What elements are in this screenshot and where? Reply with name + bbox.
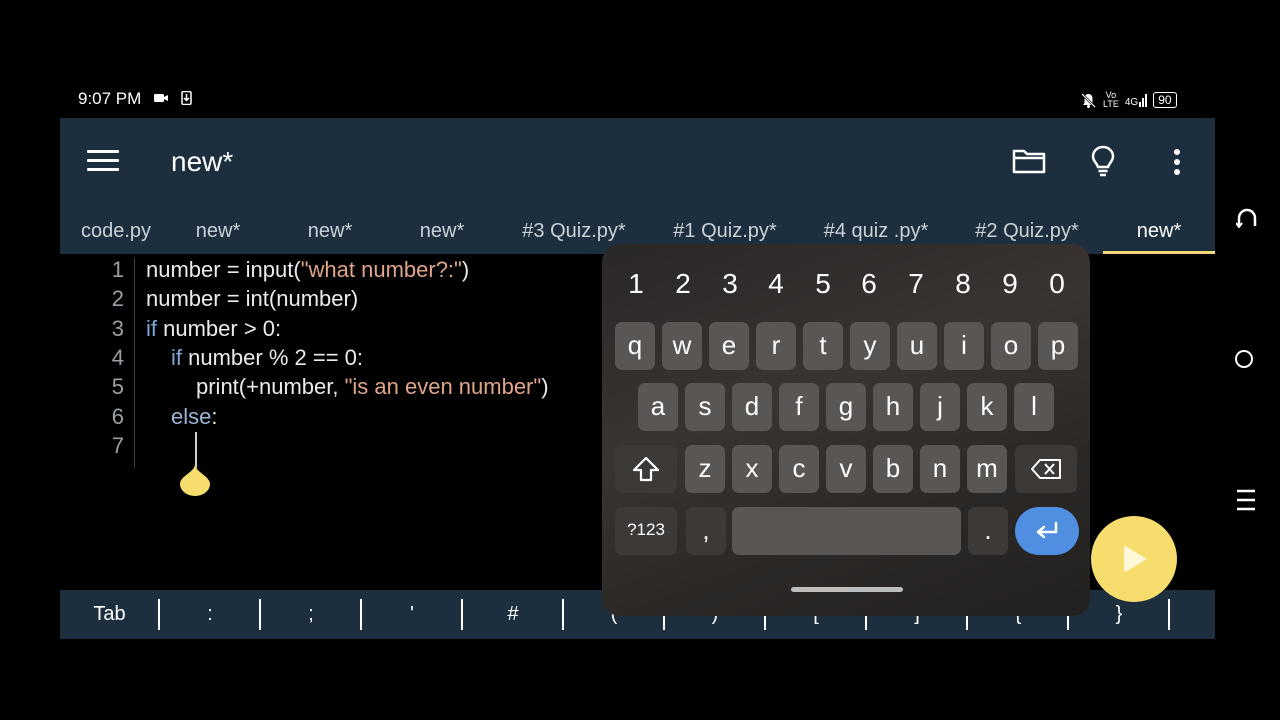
key-f[interactable]: f: [779, 383, 819, 431]
key-x[interactable]: x: [732, 445, 772, 493]
nav-back-icon[interactable]: [1236, 208, 1258, 228]
space-bar[interactable]: [732, 507, 961, 555]
menu-icon[interactable]: [87, 150, 119, 174]
key-n[interactable]: n: [920, 445, 960, 493]
key-4[interactable]: 4: [761, 268, 791, 300]
key-a[interactable]: a: [638, 383, 678, 431]
key-z[interactable]: z: [685, 445, 725, 493]
key-2[interactable]: 2: [668, 268, 698, 300]
key-6[interactable]: 6: [854, 268, 884, 300]
shift-arrow-icon: [632, 456, 660, 482]
symbols-key[interactable]: ?123: [615, 507, 677, 555]
key-u[interactable]: u: [897, 322, 937, 370]
code-line-6: else:: [171, 404, 218, 429]
key-l[interactable]: l: [1014, 383, 1054, 431]
cursor-handle-icon[interactable]: [180, 464, 210, 496]
key-t[interactable]: t: [803, 322, 843, 370]
download-icon: [181, 91, 192, 105]
key-colon[interactable]: :: [160, 590, 260, 639]
run-button[interactable]: [1091, 516, 1177, 602]
key-j[interactable]: j: [920, 383, 960, 431]
code-line-1: number = input("what number?:"): [146, 257, 470, 282]
line-number: 5: [111, 374, 124, 399]
key-i[interactable]: i: [944, 322, 984, 370]
file-title: new*: [171, 146, 234, 177]
key-3[interactable]: 3: [715, 268, 745, 300]
status-time: 9:07 PM: [78, 89, 142, 108]
tab-new-1[interactable]: new*: [162, 212, 274, 254]
more-vert-icon[interactable]: [1170, 148, 1184, 178]
signal-indicator: 4G: [1125, 93, 1148, 108]
nav-recent-apps-icon[interactable]: [1236, 489, 1256, 511]
key-s[interactable]: s: [685, 383, 725, 431]
key-m[interactable]: m: [967, 445, 1007, 493]
tab-new-3[interactable]: new*: [386, 212, 498, 254]
line-number: 2: [111, 286, 124, 311]
line-number: 6: [111, 404, 124, 429]
key-k[interactable]: k: [967, 383, 1007, 431]
text-cursor: [195, 432, 197, 468]
enter-arrow-icon: [1036, 521, 1058, 539]
key-quote[interactable]: ': [362, 590, 462, 639]
code-line-3: if number > 0:: [146, 316, 282, 341]
key-e[interactable]: e: [709, 322, 749, 370]
backspace-key[interactable]: [1015, 445, 1077, 493]
key-g[interactable]: g: [826, 383, 866, 431]
key-1[interactable]: 1: [621, 268, 651, 300]
folder-icon[interactable]: [1012, 147, 1046, 175]
key-r[interactable]: r: [756, 322, 796, 370]
line-number: 3: [111, 316, 124, 341]
key-w[interactable]: w: [662, 322, 702, 370]
key-semicolon[interactable]: ;: [261, 590, 361, 639]
tab-code-py[interactable]: code.py: [60, 212, 172, 254]
code-line-2: number = int(number): [146, 286, 359, 311]
battery-indicator: 90: [1153, 92, 1177, 108]
enter-key[interactable]: [1015, 507, 1079, 555]
key-comma[interactable]: ,: [686, 507, 726, 555]
key-o[interactable]: o: [991, 322, 1031, 370]
key-tab[interactable]: Tab: [60, 590, 159, 639]
shift-key[interactable]: [615, 445, 677, 493]
tab-new-2[interactable]: new*: [274, 212, 386, 254]
lightbulb-icon[interactable]: [1088, 144, 1118, 180]
tab-new-active[interactable]: new*: [1103, 212, 1215, 254]
line-number: 4: [111, 345, 124, 370]
key-8[interactable]: 8: [948, 268, 978, 300]
key-d[interactable]: d: [732, 383, 772, 431]
key-c[interactable]: c: [779, 445, 819, 493]
signal-bars-icon: [1139, 94, 1148, 107]
backspace-icon: [1031, 459, 1061, 479]
code-line-4: if number % 2 == 0:: [171, 345, 363, 370]
key-y[interactable]: y: [850, 322, 890, 370]
key-p[interactable]: p: [1038, 322, 1078, 370]
video-camera-icon: [154, 94, 168, 102]
nav-home-icon[interactable]: [1235, 350, 1253, 368]
key-b[interactable]: b: [873, 445, 913, 493]
volte-indicator: Vo LTE: [1103, 90, 1119, 109]
play-icon: [1124, 546, 1146, 572]
keyboard-handle[interactable]: [791, 587, 903, 592]
key-q[interactable]: q: [615, 322, 655, 370]
key-9[interactable]: 9: [995, 268, 1025, 300]
line-number: 1: [111, 257, 124, 282]
key-5[interactable]: 5: [808, 268, 838, 300]
line-number: 7: [111, 433, 124, 458]
key-7[interactable]: 7: [901, 268, 931, 300]
key-period[interactable]: .: [968, 507, 1008, 555]
status-right: Vo LTE 4G 90: [1080, 89, 1177, 111]
key-v[interactable]: v: [826, 445, 866, 493]
gutter-divider: [134, 258, 135, 468]
key-0[interactable]: 0: [1042, 268, 1072, 300]
mute-bell-icon: [1081, 92, 1096, 108]
key-hash[interactable]: #: [463, 590, 563, 639]
code-line-5: print(+number, "is an even number"): [196, 374, 549, 399]
key-h[interactable]: h: [873, 383, 913, 431]
key-separator: [1168, 599, 1170, 630]
